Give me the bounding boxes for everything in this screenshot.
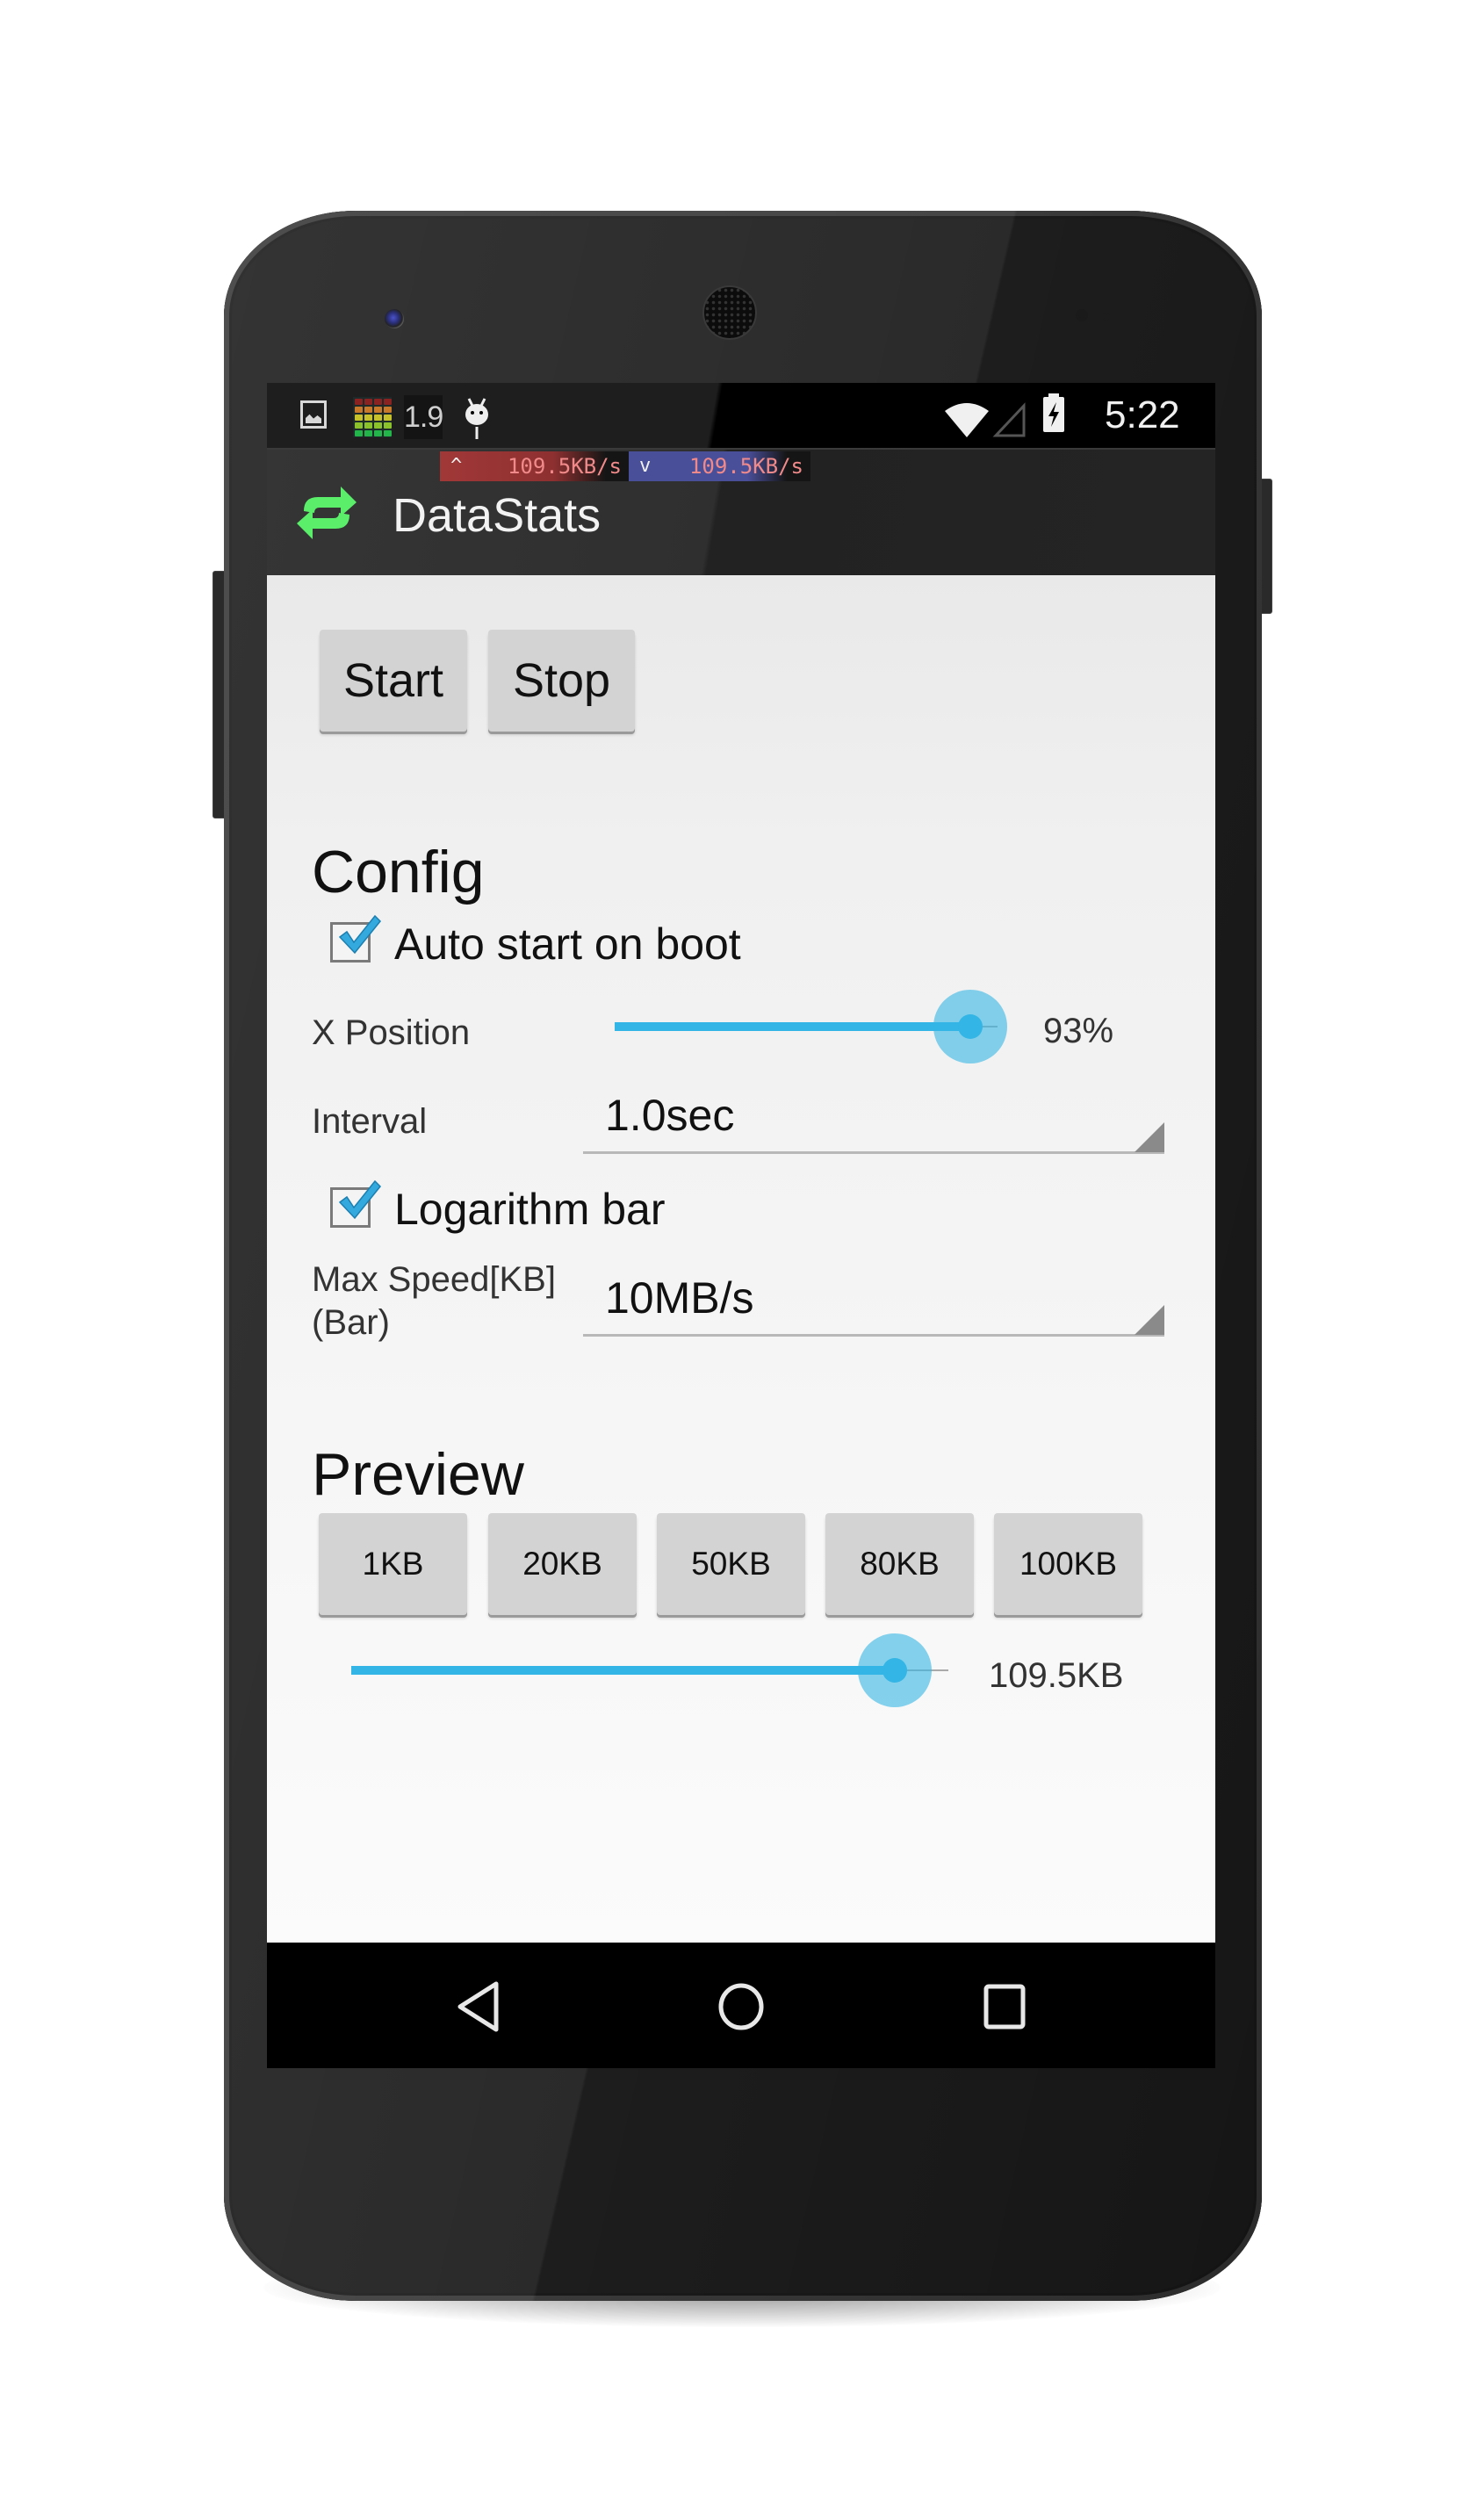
back-icon[interactable] bbox=[456, 1981, 501, 2032]
x-position-label: X Position bbox=[312, 1013, 471, 1052]
android-debug-icon bbox=[465, 398, 488, 439]
logarithm-bar-checkbox[interactable] bbox=[330, 1179, 382, 1228]
preview-slider-value: 109.5KB bbox=[989, 1656, 1124, 1695]
meter-cell bbox=[364, 407, 372, 413]
dropdown-arrow-icon bbox=[1135, 1122, 1164, 1152]
slider-progress bbox=[351, 1666, 895, 1675]
meter-cell bbox=[364, 430, 372, 436]
meter-cell bbox=[355, 422, 363, 429]
meter-cell bbox=[355, 430, 363, 436]
preview-button-1kb[interactable]: 1KB bbox=[319, 1513, 467, 1615]
meter-cell bbox=[374, 422, 382, 429]
preview-button-20kb[interactable]: 20KB bbox=[488, 1513, 637, 1615]
navigation-bar bbox=[267, 1943, 1215, 2068]
upload-speed: 109.5KB/s bbox=[507, 454, 622, 479]
meter-cell bbox=[355, 399, 363, 405]
recents-icon[interactable] bbox=[983, 1983, 1027, 2030]
meter-cell bbox=[384, 415, 392, 421]
front-camera-icon bbox=[385, 309, 404, 328]
meter-cell bbox=[364, 415, 372, 421]
download-speed: 109.5KB/s bbox=[688, 454, 803, 479]
home-icon[interactable] bbox=[717, 1981, 766, 2032]
app-title: DataStats bbox=[393, 489, 602, 542]
slider-progress bbox=[615, 1022, 970, 1031]
max-speed-label-bar: (Bar) bbox=[312, 1303, 390, 1342]
logarithm-bar-label: Logarithm bar bbox=[394, 1185, 666, 1234]
meter-cell bbox=[364, 399, 372, 405]
earpiece-speaker-icon bbox=[702, 285, 757, 340]
auto-start-checkbox[interactable] bbox=[330, 914, 382, 963]
upload-speed-overlay: ^ 109.5KB/s bbox=[440, 451, 629, 481]
wifi-icon bbox=[945, 403, 989, 437]
proximity-sensor bbox=[1076, 309, 1088, 321]
battery-charging-icon bbox=[1043, 397, 1064, 432]
checkmark-icon bbox=[338, 1179, 382, 1220]
image-notification-icon bbox=[300, 400, 327, 429]
auto-start-label: Auto start on boot bbox=[394, 919, 741, 969]
slider-thumb[interactable] bbox=[958, 1014, 983, 1039]
max-speed-dropdown[interactable]: 10MB/s bbox=[583, 1272, 1164, 1337]
config-heading: Config bbox=[312, 839, 485, 905]
meter-cell bbox=[384, 407, 392, 413]
meter-cell bbox=[355, 415, 363, 421]
status-bar: 1.9 5:22 bbox=[267, 383, 1215, 448]
download-speed-overlay: v 109.5KB/s bbox=[629, 451, 810, 481]
meter-cell bbox=[374, 407, 382, 413]
version-badge: 1.9 bbox=[404, 395, 443, 439]
preview-slider[interactable] bbox=[351, 1633, 948, 1707]
clock: 5:22 bbox=[1105, 393, 1180, 436]
preview-heading: Preview bbox=[312, 1441, 524, 1508]
sync-arrows-icon bbox=[297, 487, 357, 539]
light-sensor bbox=[1102, 313, 1110, 321]
x-position-value: 93% bbox=[1043, 1012, 1114, 1050]
download-arrow-icon: v bbox=[639, 455, 652, 477]
preview-button-50kb[interactable]: 50KB bbox=[657, 1513, 805, 1615]
x-position-slider[interactable] bbox=[615, 990, 1007, 1063]
stop-button[interactable]: Stop bbox=[488, 630, 635, 732]
interval-label: Interval bbox=[312, 1102, 428, 1141]
max-speed-label: Max Speed[KB] bbox=[312, 1260, 556, 1299]
meter-cell bbox=[384, 399, 392, 405]
meter-cell bbox=[384, 430, 392, 436]
meter-cell bbox=[384, 422, 392, 429]
meter-cell bbox=[364, 422, 372, 429]
meter-cell bbox=[374, 415, 382, 421]
interval-selected: 1.0sec bbox=[605, 1091, 735, 1140]
preview-button-100kb[interactable]: 100KB bbox=[994, 1513, 1142, 1615]
dropdown-arrow-icon bbox=[1135, 1305, 1164, 1335]
meter-cell bbox=[374, 430, 382, 436]
preview-button-80kb[interactable]: 80KB bbox=[825, 1513, 974, 1615]
cell-signal-icon bbox=[992, 402, 1026, 437]
start-button[interactable]: Start bbox=[320, 630, 467, 732]
dropdown-underline bbox=[583, 1151, 1164, 1154]
level-meter-icon bbox=[353, 397, 392, 437]
screen: 1.9 5:22 DataStats ^ 109.5KB/s v 109.5KB… bbox=[267, 383, 1215, 2068]
slider-thumb[interactable] bbox=[882, 1658, 907, 1683]
meter-cell bbox=[355, 407, 363, 413]
dropdown-underline bbox=[583, 1334, 1164, 1337]
interval-dropdown[interactable]: 1.0sec bbox=[583, 1089, 1164, 1155]
checkmark-icon bbox=[338, 914, 382, 955]
meter-cell bbox=[374, 399, 382, 405]
content: Start Stop Config Auto start on boot X P… bbox=[267, 575, 1215, 1943]
upload-arrow-icon: ^ bbox=[450, 455, 463, 477]
max-speed-selected: 10MB/s bbox=[605, 1273, 754, 1323]
